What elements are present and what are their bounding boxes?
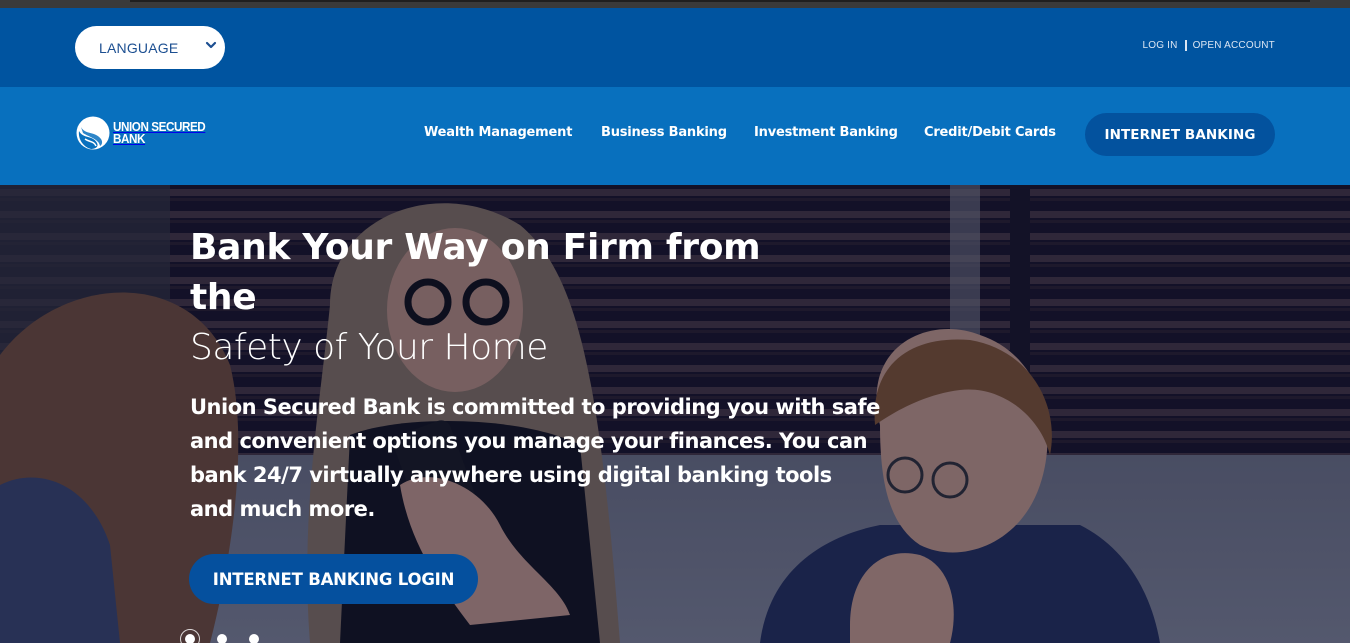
- nav-link-investment-banking[interactable]: Investment Banking: [754, 125, 898, 140]
- nav-link-credit-debit-cards[interactable]: Credit/Debit Cards: [924, 125, 1056, 140]
- language-select[interactable]: LANGUAGE: [75, 26, 225, 69]
- internet-banking-button[interactable]: INTERNET BANKING: [1085, 113, 1275, 156]
- log-in-link[interactable]: LOG IN: [1142, 40, 1177, 51]
- chevron-down-icon: [205, 41, 217, 49]
- top-utility-bar: LANGUAGE LOG IN OPEN ACCOUNT: [0, 8, 1350, 87]
- hero-content: Bank Your Way on Firm from the Safety of…: [190, 223, 890, 526]
- carousel-dot-3[interactable]: [249, 634, 259, 643]
- horizontal-scrollbar[interactable]: [130, 0, 1310, 2]
- language-select-value: LANGUAGE: [99, 39, 179, 56]
- carousel-dot-2[interactable]: [217, 634, 227, 643]
- hero-title: Bank Your Way on Firm from the: [190, 227, 761, 318]
- open-account-link[interactable]: OPEN ACCOUNT: [1193, 40, 1275, 51]
- carousel-dot-1[interactable]: [180, 629, 200, 643]
- account-links: LOG IN OPEN ACCOUNT: [1142, 40, 1275, 51]
- hero-description: Union Secured Bank is committed to provi…: [190, 395, 880, 521]
- main-navbar: UNION SECURED BANK Wealth Management Bus…: [0, 87, 1350, 185]
- hero-subtitle: Safety of Your Home: [190, 327, 548, 368]
- nav-link-business-banking[interactable]: Business Banking: [601, 125, 727, 140]
- browser-chrome-strip: [0, 0, 1350, 8]
- hero-banner: Bank Your Way on Firm from the Safety of…: [0, 185, 1350, 643]
- nav-link-wealth-management[interactable]: Wealth Management: [424, 125, 572, 140]
- carousel-indicators: [180, 629, 281, 643]
- link-separator: [1184, 40, 1187, 51]
- internet-banking-login-button[interactable]: INTERNET BANKING LOGIN: [189, 554, 478, 604]
